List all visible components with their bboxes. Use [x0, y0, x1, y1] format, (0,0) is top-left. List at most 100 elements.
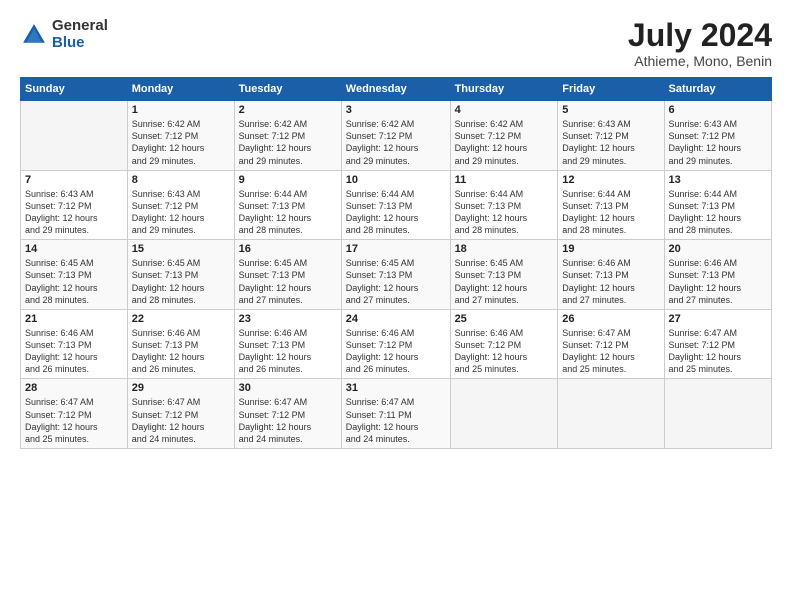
logo: General Blue [20, 18, 108, 51]
day-number: 30 [239, 382, 337, 394]
day-cell: 21 Sunrise: 6:46 AM Sunset: 7:13 PM Dayli… [21, 309, 128, 379]
day-number: 23 [239, 313, 337, 325]
title-area: July 2024 Athieme, Mono, Benin [628, 18, 772, 69]
day-number: 1 [132, 104, 230, 116]
day-number: 7 [25, 174, 123, 186]
day-number: 9 [239, 174, 337, 186]
day-number: 12 [562, 174, 659, 186]
day-number: 25 [455, 313, 554, 325]
day-number: 13 [669, 174, 767, 186]
day-cell: 26 Sunrise: 6:47 AM Sunset: 7:12 PM Dayli… [558, 309, 664, 379]
day-number: 11 [455, 174, 554, 186]
day-cell: 18Sunrise: 6:45 AM Sunset: 7:13 PM Dayli… [450, 240, 558, 310]
day-info: Sunrise: 6:44 AM Sunset: 7:13 PM Dayligh… [346, 188, 446, 237]
day-info: Sunrise: 6:44 AM Sunset: 7:13 PM Dayligh… [239, 188, 337, 237]
col-sunday: Sunday [21, 78, 128, 101]
day-info: Sunrise: 6:46 AM Sunset: 7:13 PM Dayligh… [239, 327, 337, 376]
week-row-5: 28 Sunrise: 6:47 AM Sunset: 7:12 PM Dayli… [21, 379, 772, 449]
day-cell: 12Sunrise: 6:44 AM Sunset: 7:13 PM Dayli… [558, 170, 664, 240]
subtitle: Athieme, Mono, Benin [628, 53, 772, 69]
day-number: 22 [132, 313, 230, 325]
day-number: 4 [455, 104, 554, 116]
col-friday: Friday [558, 78, 664, 101]
day-info: Sunrise: 6:42 AM Sunset: 7:12 PM Dayligh… [239, 118, 337, 167]
day-info: Sunrise: 6:47 AM Sunset: 7:12 PM Dayligh… [132, 396, 230, 445]
day-cell: 28 Sunrise: 6:47 AM Sunset: 7:12 PM Dayli… [21, 379, 128, 449]
day-cell: 4 Sunrise: 6:42 AM Sunset: 7:12 PM Daylig… [450, 101, 558, 171]
logo-icon [20, 21, 48, 49]
day-cell: 8 Sunrise: 6:43 AM Sunset: 7:12 PM Daylig… [127, 170, 234, 240]
day-info: Sunrise: 6:47 AM Sunset: 7:12 PM Dayligh… [669, 327, 767, 376]
day-number: 17 [346, 243, 446, 255]
day-info: Sunrise: 6:46 AM Sunset: 7:13 PM Dayligh… [132, 327, 230, 376]
day-number: 29 [132, 382, 230, 394]
day-cell: 30 Sunrise: 6:47 AM Sunset: 7:12 PM Dayli… [234, 379, 341, 449]
week-row-3: 14 Sunrise: 6:45 AM Sunset: 7:13 PM Dayli… [21, 240, 772, 310]
day-number: 14 [25, 243, 123, 255]
day-info: Sunrise: 6:46 AM Sunset: 7:13 PM Dayligh… [25, 327, 123, 376]
day-cell: 24Sunrise: 6:46 AM Sunset: 7:12 PM Dayli… [341, 309, 450, 379]
day-info: Sunrise: 6:46 AM Sunset: 7:13 PM Dayligh… [562, 257, 659, 306]
day-info: Sunrise: 6:45 AM Sunset: 7:13 PM Dayligh… [346, 257, 446, 306]
day-cell: 11 Sunrise: 6:44 AM Sunset: 7:13 PM Dayli… [450, 170, 558, 240]
page: General Blue July 2024 Athieme, Mono, Be… [0, 0, 792, 612]
day-cell: 27 Sunrise: 6:47 AM Sunset: 7:12 PM Dayli… [664, 309, 771, 379]
col-monday: Monday [127, 78, 234, 101]
day-info: Sunrise: 6:45 AM Sunset: 7:13 PM Dayligh… [132, 257, 230, 306]
day-number: 2 [239, 104, 337, 116]
day-info: Sunrise: 6:45 AM Sunset: 7:13 PM Dayligh… [455, 257, 554, 306]
day-info: Sunrise: 6:47 AM Sunset: 7:12 PM Dayligh… [239, 396, 337, 445]
logo-blue: Blue [52, 35, 108, 52]
day-cell: 10Sunrise: 6:44 AM Sunset: 7:13 PM Dayli… [341, 170, 450, 240]
day-cell: 31 Sunrise: 6:47 AM Sunset: 7:11 PM Dayli… [341, 379, 450, 449]
day-cell: 9 Sunrise: 6:44 AM Sunset: 7:13 PM Daylig… [234, 170, 341, 240]
calendar-header: Sunday Monday Tuesday Wednesday Thursday… [21, 78, 772, 101]
day-info: Sunrise: 6:42 AM Sunset: 7:12 PM Dayligh… [455, 118, 554, 167]
day-number: 16 [239, 243, 337, 255]
day-info: Sunrise: 6:46 AM Sunset: 7:12 PM Dayligh… [346, 327, 446, 376]
week-row-1: 1 Sunrise: 6:42 AM Sunset: 7:12 PM Daylig… [21, 101, 772, 171]
day-cell [558, 379, 664, 449]
day-number: 19 [562, 243, 659, 255]
day-info: Sunrise: 6:45 AM Sunset: 7:13 PM Dayligh… [25, 257, 123, 306]
day-number: 31 [346, 382, 446, 394]
day-cell: 17 Sunrise: 6:45 AM Sunset: 7:13 PM Dayli… [341, 240, 450, 310]
day-info: Sunrise: 6:47 AM Sunset: 7:12 PM Dayligh… [562, 327, 659, 376]
day-cell: 2 Sunrise: 6:42 AM Sunset: 7:12 PM Daylig… [234, 101, 341, 171]
day-cell: 16 Sunrise: 6:45 AM Sunset: 7:13 PM Dayli… [234, 240, 341, 310]
day-info: Sunrise: 6:45 AM Sunset: 7:13 PM Dayligh… [239, 257, 337, 306]
day-info: Sunrise: 6:47 AM Sunset: 7:11 PM Dayligh… [346, 396, 446, 445]
day-info: Sunrise: 6:42 AM Sunset: 7:12 PM Dayligh… [346, 118, 446, 167]
day-cell: 23 Sunrise: 6:46 AM Sunset: 7:13 PM Dayli… [234, 309, 341, 379]
day-number: 20 [669, 243, 767, 255]
day-cell: 13 Sunrise: 6:44 AM Sunset: 7:13 PM Dayli… [664, 170, 771, 240]
day-cell: 1Sunrise: 6:42 AM Sunset: 7:12 PM Daylig… [127, 101, 234, 171]
day-cell: 22 Sunrise: 6:46 AM Sunset: 7:13 PM Dayli… [127, 309, 234, 379]
header: General Blue July 2024 Athieme, Mono, Be… [20, 18, 772, 69]
day-info: Sunrise: 6:47 AM Sunset: 7:12 PM Dayligh… [25, 396, 123, 445]
day-cell [450, 379, 558, 449]
day-number: 5 [562, 104, 659, 116]
day-number: 21 [25, 313, 123, 325]
logo-text: General Blue [52, 18, 108, 51]
month-title: July 2024 [628, 18, 772, 53]
day-cell: 7 Sunrise: 6:43 AM Sunset: 7:12 PM Daylig… [21, 170, 128, 240]
day-info: Sunrise: 6:44 AM Sunset: 7:13 PM Dayligh… [669, 188, 767, 237]
day-info: Sunrise: 6:43 AM Sunset: 7:12 PM Dayligh… [669, 118, 767, 167]
day-cell: 15Sunrise: 6:45 AM Sunset: 7:13 PM Dayli… [127, 240, 234, 310]
day-number: 26 [562, 313, 659, 325]
day-info: Sunrise: 6:46 AM Sunset: 7:13 PM Dayligh… [669, 257, 767, 306]
day-number: 8 [132, 174, 230, 186]
day-cell [21, 101, 128, 171]
day-number: 28 [25, 382, 123, 394]
day-number: 3 [346, 104, 446, 116]
day-cell: 19 Sunrise: 6:46 AM Sunset: 7:13 PM Dayli… [558, 240, 664, 310]
col-thursday: Thursday [450, 78, 558, 101]
day-info: Sunrise: 6:43 AM Sunset: 7:12 PM Dayligh… [25, 188, 123, 237]
col-wednesday: Wednesday [341, 78, 450, 101]
day-info: Sunrise: 6:43 AM Sunset: 7:12 PM Dayligh… [132, 188, 230, 237]
day-cell: 20 Sunrise: 6:46 AM Sunset: 7:13 PM Dayli… [664, 240, 771, 310]
day-number: 27 [669, 313, 767, 325]
day-info: Sunrise: 6:43 AM Sunset: 7:12 PM Dayligh… [562, 118, 659, 167]
day-info: Sunrise: 6:44 AM Sunset: 7:13 PM Dayligh… [455, 188, 554, 237]
